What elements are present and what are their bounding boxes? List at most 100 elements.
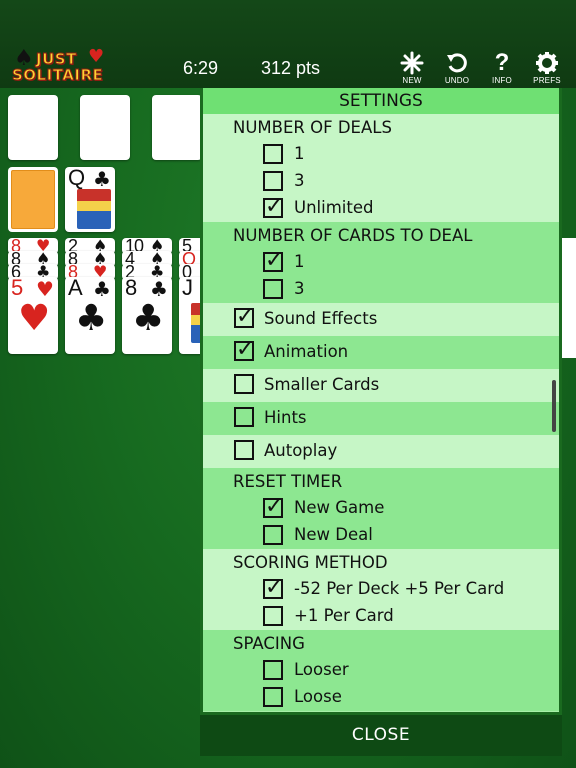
app-logo: ♠ JUST ♥ SOLITAIRE: [10, 46, 108, 86]
new-button-label: NEW: [402, 76, 422, 85]
checkbox[interactable]: ✓: [234, 337, 254, 362]
undo-button-label: UNDO: [444, 76, 470, 85]
toggle-autoplay[interactable]: Autoplay: [203, 435, 559, 468]
toggle-sound-effects[interactable]: ✓ Sound Effects: [203, 303, 559, 336]
card-suit-large-icon: ♥: [18, 298, 51, 339]
option-deals-2-label: Unlimited: [294, 198, 374, 217]
toggle-animation[interactable]: ✓ Animation: [203, 336, 559, 369]
option-scoring-0[interactable]: ✓ -52 Per Deck +5 Per Card: [203, 575, 559, 603]
foundation-slot[interactable]: [152, 95, 202, 160]
toggle-sound-effects-label: Sound Effects: [264, 309, 378, 328]
checkbox[interactable]: [263, 606, 283, 626]
option-reset-timer-0[interactable]: ✓ New Game: [203, 494, 559, 522]
section-heading-cards-to-deal-label: NUMBER OF CARDS TO DEAL: [233, 226, 473, 245]
toggle-smaller-cards[interactable]: Smaller Cards: [203, 369, 559, 402]
section-heading-reset-timer-label: RESET TIMER: [233, 472, 343, 491]
tableau-card-top[interactable]: A ♣ ♣: [65, 277, 115, 354]
option-scoring-0-label: -52 Per Deck +5 Per Card: [294, 579, 505, 598]
toggle-hints-label: Hints: [264, 408, 307, 427]
close-button[interactable]: CLOSE: [200, 715, 562, 756]
new-button[interactable]: NEW: [390, 50, 434, 86]
check-mark-icon: ✓: [236, 304, 255, 329]
tableau-card-top[interactable]: 8 ♣ ♣: [122, 277, 172, 354]
checkbox[interactable]: ✓: [263, 494, 283, 519]
checkbox[interactable]: [263, 687, 283, 707]
checkbox[interactable]: [234, 407, 254, 427]
option-reset-timer-0-label: New Game: [294, 498, 385, 517]
settings-list[interactable]: NUMBER OF DEALS 1 3 ✓ Unlimited NUMBER OF CAR…: [203, 114, 559, 711]
checkbox[interactable]: ✓: [263, 248, 283, 273]
section-heading-cards-to-deal: NUMBER OF CARDS TO DEAL: [203, 222, 559, 249]
prefs-button[interactable]: PREFS: [525, 50, 569, 86]
option-deals-1-label: 3: [294, 171, 305, 190]
section-heading-number-of-deals: NUMBER OF DEALS: [203, 114, 559, 141]
checkbox[interactable]: [263, 171, 283, 191]
section-heading-spacing-label: SPACING: [233, 634, 305, 653]
heart-icon: ♥: [88, 46, 105, 67]
option-spacing-1-label: Loose: [294, 687, 342, 706]
option-spacing-0-label: Looser: [294, 660, 349, 679]
checkbox[interactable]: ✓: [263, 575, 283, 600]
option-deals-0[interactable]: 1: [203, 141, 559, 168]
gear-icon: [535, 50, 559, 76]
foundation-slot[interactable]: [8, 95, 58, 160]
undo-icon: [445, 50, 469, 76]
checkbox[interactable]: [234, 440, 254, 460]
check-mark-icon: ✓: [265, 575, 284, 600]
card-rank: 5: [11, 277, 23, 300]
check-mark-icon: ✓: [265, 194, 284, 219]
checkbox[interactable]: [263, 525, 283, 545]
card-rank: 8: [125, 277, 137, 300]
card-suit-icon: ♣: [150, 277, 168, 301]
stock-pile[interactable]: [8, 167, 58, 232]
tableau-card-top[interactable]: 5 ♥ ♥: [8, 277, 58, 354]
card-suit-icon: ♣: [93, 277, 111, 301]
queen-face-art: [77, 189, 111, 229]
checkbox[interactable]: ✓: [234, 304, 254, 329]
info-button[interactable]: ? INFO: [480, 49, 524, 86]
info-icon: ?: [494, 49, 510, 76]
option-spacing-0[interactable]: Looser: [203, 657, 559, 684]
option-cards-to-deal-1[interactable]: 3: [203, 276, 559, 303]
game-timer: 6:29: [183, 58, 219, 78]
toggle-smaller-cards-label: Smaller Cards: [264, 375, 380, 394]
info-button-label: INFO: [492, 76, 512, 85]
checkbox[interactable]: [263, 660, 283, 680]
option-deals-1[interactable]: 3: [203, 168, 559, 195]
new-icon: [400, 50, 424, 76]
settings-scrollbar[interactable]: [552, 380, 556, 432]
settings-title: SETTINGS: [203, 88, 559, 114]
option-spacing-1[interactable]: Loose: [203, 684, 559, 711]
card-rank: A: [68, 277, 83, 300]
checkbox[interactable]: [263, 144, 283, 164]
game-score: 312 pts: [261, 58, 321, 78]
option-cards-to-deal-1-label: 3: [294, 279, 305, 298]
checkbox[interactable]: [234, 374, 254, 394]
section-heading-scoring-method-label: SCORING METHOD: [233, 553, 388, 572]
option-scoring-1-label: +1 Per Card: [294, 606, 394, 625]
option-reset-timer-1-label: New Deal: [294, 525, 373, 544]
option-reset-timer-1[interactable]: New Deal: [203, 522, 559, 549]
card-rank: J: [182, 277, 193, 300]
check-mark-icon: ✓: [265, 494, 284, 519]
option-cards-to-deal-0[interactable]: ✓ 1: [203, 248, 559, 276]
card-suit-large-icon: ♣: [75, 298, 108, 339]
prefs-button-label: PREFS: [533, 76, 561, 85]
checkbox[interactable]: ✓: [263, 194, 283, 219]
section-heading-reset-timer: RESET TIMER: [203, 468, 559, 495]
section-heading-number-of-deals-label: NUMBER OF DEALS: [233, 118, 392, 137]
checkbox[interactable]: [263, 279, 283, 299]
foundation-slot[interactable]: [80, 95, 130, 160]
club-icon: ♣: [93, 167, 111, 191]
toggle-hints[interactable]: Hints: [203, 402, 559, 435]
option-deals-2[interactable]: ✓ Unlimited: [203, 194, 559, 222]
section-heading-scoring-method: SCORING METHOD: [203, 549, 559, 576]
option-scoring-1[interactable]: +1 Per Card: [203, 603, 559, 630]
waste-card[interactable]: Q ♣: [65, 167, 115, 232]
card-suit-icon: ♥: [36, 277, 54, 301]
option-cards-to-deal-0-label: 1: [294, 252, 305, 271]
card-rank: Q: [68, 167, 85, 190]
settings-panel: SETTINGS NUMBER OF DEALS 1 3 ✓ Unlimited NUMB…: [200, 88, 562, 715]
undo-button[interactable]: UNDO: [435, 50, 479, 86]
top-bar: ♠ JUST ♥ SOLITAIRE 6:29 312 pts NEW UNDO…: [0, 0, 576, 88]
